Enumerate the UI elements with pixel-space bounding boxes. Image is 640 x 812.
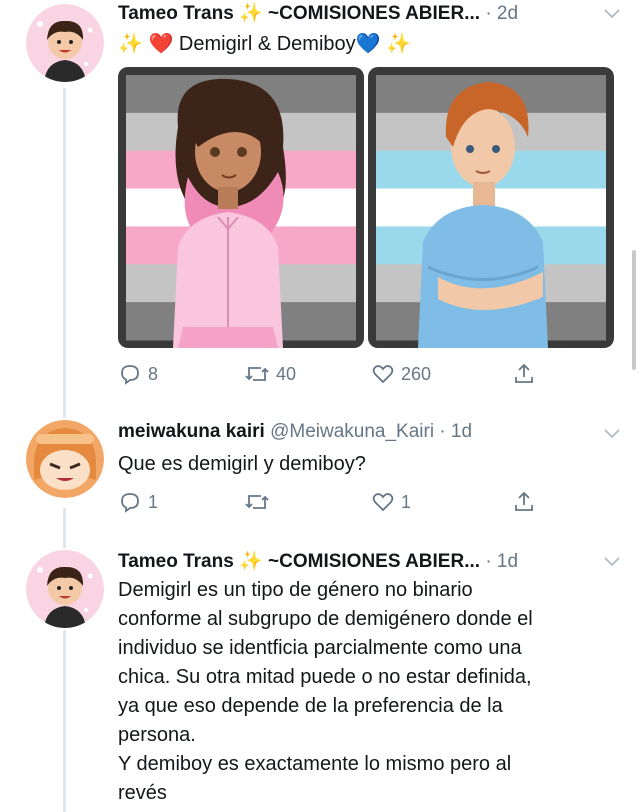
avatar[interactable]	[26, 550, 104, 628]
chevron-down-icon[interactable]	[604, 426, 620, 444]
share-button[interactable]	[512, 362, 536, 386]
thread-line	[63, 88, 66, 418]
like-button[interactable]: 260	[371, 362, 431, 386]
tweet-media[interactable]	[118, 67, 614, 348]
text-line: ya que eso depende de la preferencia de …	[118, 695, 503, 717]
tweet-text: Demigirl es un tipo de género no binario…	[118, 576, 533, 808]
tweet-header: Tameo Trans ✨ ~COMISIONES ABIER... · 1d	[118, 549, 518, 573]
tweet-text: ✨ ❤️ Demigirl & Demiboy💙 ✨	[118, 33, 411, 55]
tweet-actions: 1 1	[118, 490, 568, 520]
image-demigirl[interactable]	[118, 67, 364, 348]
retweet-count: 40	[276, 363, 297, 384]
thread-line	[63, 630, 66, 812]
timestamp[interactable]: · 1d	[439, 421, 472, 442]
text-line: persona.	[118, 724, 196, 746]
text-line: chica. Su otra mitad puede o no estar de…	[118, 666, 532, 688]
retweet-button[interactable]	[244, 490, 270, 514]
reply-button[interactable]: 1	[118, 490, 158, 514]
author-handle[interactable]: @Meiwakuna_Kairi	[270, 421, 434, 442]
reply-icon	[118, 490, 142, 514]
image-demiboy[interactable]	[368, 67, 614, 348]
retweet-icon	[244, 490, 270, 514]
share-button[interactable]	[512, 490, 536, 514]
text-line: individuo se identficia parcialmente com…	[118, 637, 522, 659]
tweet-text: Que es demigirl y demiboy?	[118, 453, 366, 475]
share-icon	[512, 362, 536, 386]
share-icon	[512, 490, 536, 514]
text-line: revés	[118, 782, 167, 804]
tweet-actions: 8 40 260	[118, 362, 568, 392]
retweet-icon	[244, 362, 270, 386]
author-name[interactable]: Tameo Trans ✨ ~COMISIONES ABIER...	[118, 3, 480, 24]
reply-count: 8	[148, 363, 159, 384]
like-count: 1	[401, 491, 412, 512]
chevron-down-icon[interactable]	[604, 554, 620, 572]
like-icon	[371, 362, 395, 386]
timestamp[interactable]: · 2d	[485, 3, 518, 24]
reply-count: 1	[148, 491, 159, 512]
like-count: 260	[401, 363, 432, 384]
reply-icon	[118, 362, 142, 386]
tweet-header: meiwakuna kairi @Meiwakuna_Kairi · 1d	[118, 421, 472, 443]
like-icon	[371, 490, 395, 514]
author-name[interactable]: Tameo Trans ✨ ~COMISIONES ABIER...	[118, 551, 480, 572]
retweet-button[interactable]: 40	[244, 362, 296, 386]
like-button[interactable]: 1	[371, 490, 411, 514]
tweet-header: Tameo Trans ✨ ~COMISIONES ABIER... · 2d	[118, 1, 518, 25]
text-line: conforme al subgrupo de demigénero donde…	[118, 608, 533, 630]
avatar[interactable]	[26, 420, 104, 498]
author-name[interactable]: meiwakuna kairi	[118, 421, 265, 442]
chevron-down-icon[interactable]	[604, 6, 620, 24]
avatar[interactable]	[26, 4, 104, 82]
reply-button[interactable]: 8	[118, 362, 158, 386]
thread-line	[63, 508, 66, 548]
scrollbar[interactable]	[632, 250, 636, 370]
text-line: Demigirl es un tipo de género no binario	[118, 579, 473, 601]
timestamp[interactable]: · 1d	[485, 551, 518, 572]
text-line: Y demiboy es exactamente lo mismo pero a…	[118, 753, 512, 775]
